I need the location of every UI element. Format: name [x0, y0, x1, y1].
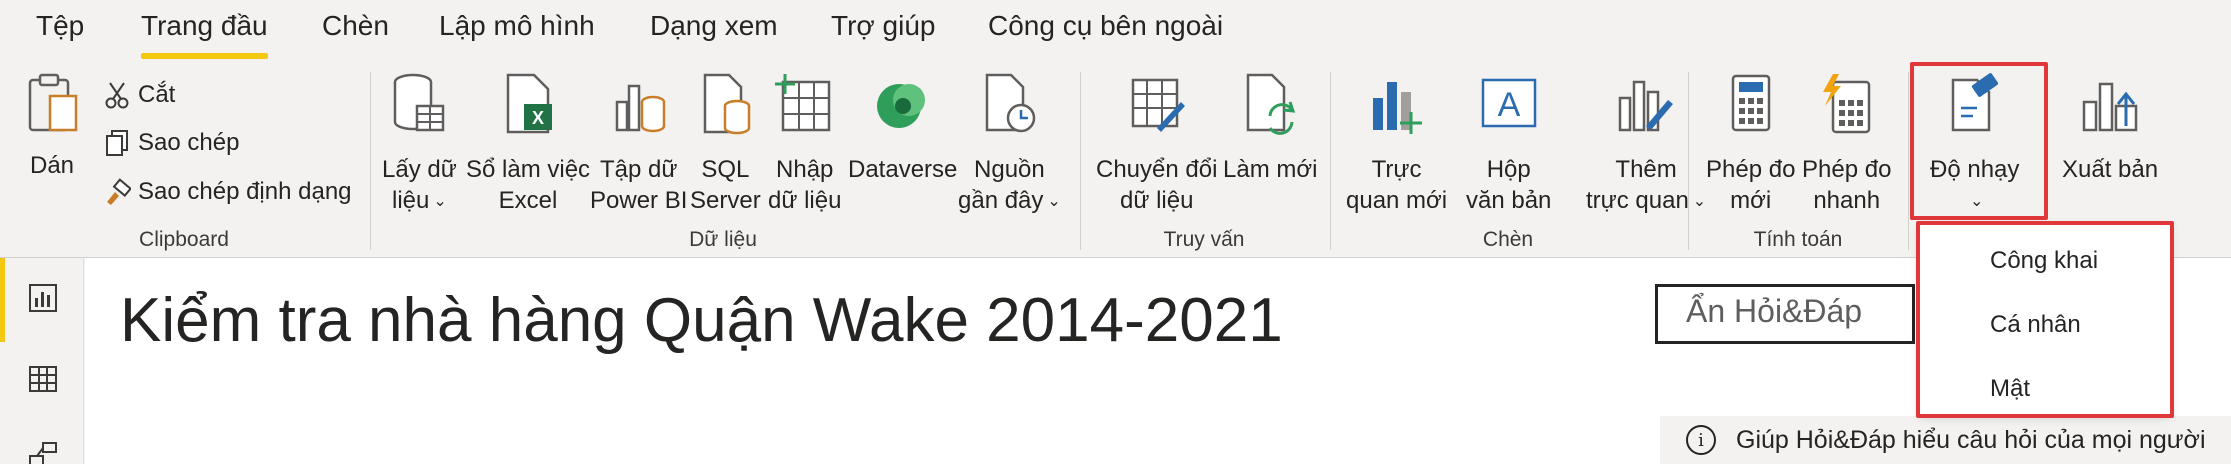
paste-icon — [20, 72, 84, 136]
text-box-label: Hộp văn bản — [1466, 156, 1552, 214]
new-visual-icon — [1365, 72, 1429, 136]
paste-button[interactable]: Dán — [20, 72, 84, 181]
new-measure-label: Phép đo mới — [1706, 156, 1796, 214]
enter-data-label: Nhập dữ liệu — [768, 156, 842, 214]
dataverse-button[interactable]: Dataverse — [848, 72, 957, 185]
refresh-button[interactable]: Làm mới — [1223, 72, 1317, 185]
format-painter-button[interactable]: Sao chép định dạng — [102, 177, 352, 207]
menu-tab-bar: Tệp Trang đầu Chèn Lập mô hình Dạng xem … — [0, 0, 2231, 62]
quick-measure-button[interactable]: Phép đo nhanh — [1802, 72, 1891, 216]
group-label-insert: Chèn — [1482, 228, 1534, 251]
transform-data-label: Chuyển đổi dữ liệu — [1096, 156, 1218, 214]
model-view-icon[interactable] — [27, 440, 59, 464]
scissors-icon — [102, 80, 132, 110]
get-data-label: Lấy dữ liệu ⌄ — [382, 154, 457, 217]
group-label-data: Dữ liệu — [689, 228, 757, 251]
tab-file[interactable]: Tệp — [36, 10, 84, 42]
info-icon: i — [1686, 425, 1716, 455]
power-bi-dataset-icon — [607, 72, 671, 136]
group-divider — [1688, 72, 1689, 250]
group-divider — [1330, 72, 1331, 250]
recent-sources-button[interactable]: Nguồn gần đây ⌄ — [958, 72, 1061, 217]
publish-button[interactable]: Xuất bản — [2062, 72, 2158, 185]
chevron-down-icon: ⌄ — [1047, 193, 1061, 211]
table-grid-icon — [773, 72, 837, 136]
get-data-button[interactable]: Lấy dữ liệu ⌄ — [382, 72, 457, 217]
copy-icon — [102, 128, 132, 158]
tab-view[interactable]: Dạng xem — [650, 10, 778, 42]
cut-label: Cắt — [138, 81, 176, 108]
report-title: Kiểm tra nhà hàng Quận Wake 2014-2021 — [120, 286, 1283, 355]
excel-workbook-button[interactable]: X Sổ làm việc Excel — [466, 72, 590, 216]
quick-measure-icon — [1815, 72, 1879, 136]
text-box-icon: A — [1477, 72, 1541, 136]
hide-qa-button[interactable]: Ẩn Hỏi&Đáp — [1655, 284, 1915, 344]
more-visuals-icon — [1614, 72, 1678, 136]
qa-help-text: Giúp Hỏi&Đáp hiểu câu hỏi của mọi người — [1736, 425, 2206, 454]
recent-sources-icon — [977, 72, 1041, 136]
sensitivity-highlight-box — [1910, 62, 2048, 220]
tab-modeling[interactable]: Lập mô hình — [439, 10, 595, 42]
database-icon — [387, 72, 451, 136]
group-label-clipboard: Clipboard — [139, 228, 229, 251]
sql-server-icon — [693, 72, 757, 136]
excel-icon: X — [496, 72, 560, 136]
paintbrush-icon — [102, 177, 132, 207]
tab-external-tools[interactable]: Công cụ bên ngoài — [988, 10, 1223, 42]
data-view-icon[interactable] — [27, 363, 59, 395]
copy-label: Sao chép — [138, 129, 240, 156]
group-divider — [370, 72, 371, 250]
group-label-queries: Truy vấn — [1163, 228, 1245, 251]
transform-data-button[interactable]: Chuyển đổi dữ liệu — [1096, 72, 1217, 216]
quick-measure-label: Phép đo nhanh — [1802, 156, 1892, 214]
publish-icon — [2078, 72, 2142, 136]
power-bi-dataset-button[interactable]: Tập dữ Power BI — [590, 72, 687, 216]
refresh-icon — [1238, 72, 1302, 136]
qa-help-bar: i Giúp Hỏi&Đáp hiểu câu hỏi của mọi ngườ… — [1660, 416, 2231, 464]
text-box-button[interactable]: A Hộp văn bản — [1466, 72, 1551, 216]
dataverse-label: Dataverse — [848, 156, 958, 183]
tab-home[interactable]: Trang đầu — [141, 10, 268, 59]
report-view-icon[interactable] — [27, 282, 59, 314]
group-divider — [1908, 72, 1909, 250]
transform-data-icon — [1125, 72, 1189, 136]
sql-server-button[interactable]: SQL Server — [690, 72, 761, 216]
cut-button[interactable]: Cắt — [102, 80, 175, 110]
paste-label: Dán — [29, 152, 75, 179]
publish-label: Xuất bản — [2062, 156, 2159, 183]
sql-server-label: SQL Server — [690, 156, 761, 214]
copy-button[interactable]: Sao chép — [102, 128, 239, 158]
tab-help[interactable]: Trợ giúp — [831, 10, 935, 42]
new-visual-label: Trực quan mới — [1346, 156, 1448, 214]
ribbon: Dán Cắt Sao chép Sao chép định dạng Clip… — [0, 62, 2231, 311]
new-measure-button[interactable]: Phép đo mới — [1706, 72, 1795, 216]
active-view-indicator — [0, 258, 5, 342]
dropdown-highlight-box — [1916, 221, 2174, 418]
chevron-down-icon: ⌄ — [1692, 193, 1707, 211]
power-bi-dataset-label: Tập dữ Power BI — [590, 156, 688, 214]
group-divider — [1080, 72, 1081, 250]
calculator-icon — [1719, 72, 1783, 136]
chevron-down-icon: ⌄ — [433, 193, 447, 211]
group-label-calculations: Tính toán — [1753, 228, 1843, 251]
excel-workbook-label: Sổ làm việc Excel — [466, 156, 591, 214]
dataverse-icon — [871, 72, 935, 136]
format-painter-label: Sao chép định dạng — [138, 178, 352, 205]
tab-insert[interactable]: Chèn — [322, 10, 389, 42]
svg-text:A: A — [1497, 86, 1520, 124]
new-visual-button[interactable]: Trực quan mới — [1346, 72, 1447, 216]
svg-text:X: X — [532, 108, 544, 128]
recent-sources-label: Nguồn gần đây ⌄ — [958, 154, 1061, 217]
refresh-label: Làm mới — [1223, 156, 1318, 183]
enter-data-button[interactable]: Nhập dữ liệu — [768, 72, 841, 216]
